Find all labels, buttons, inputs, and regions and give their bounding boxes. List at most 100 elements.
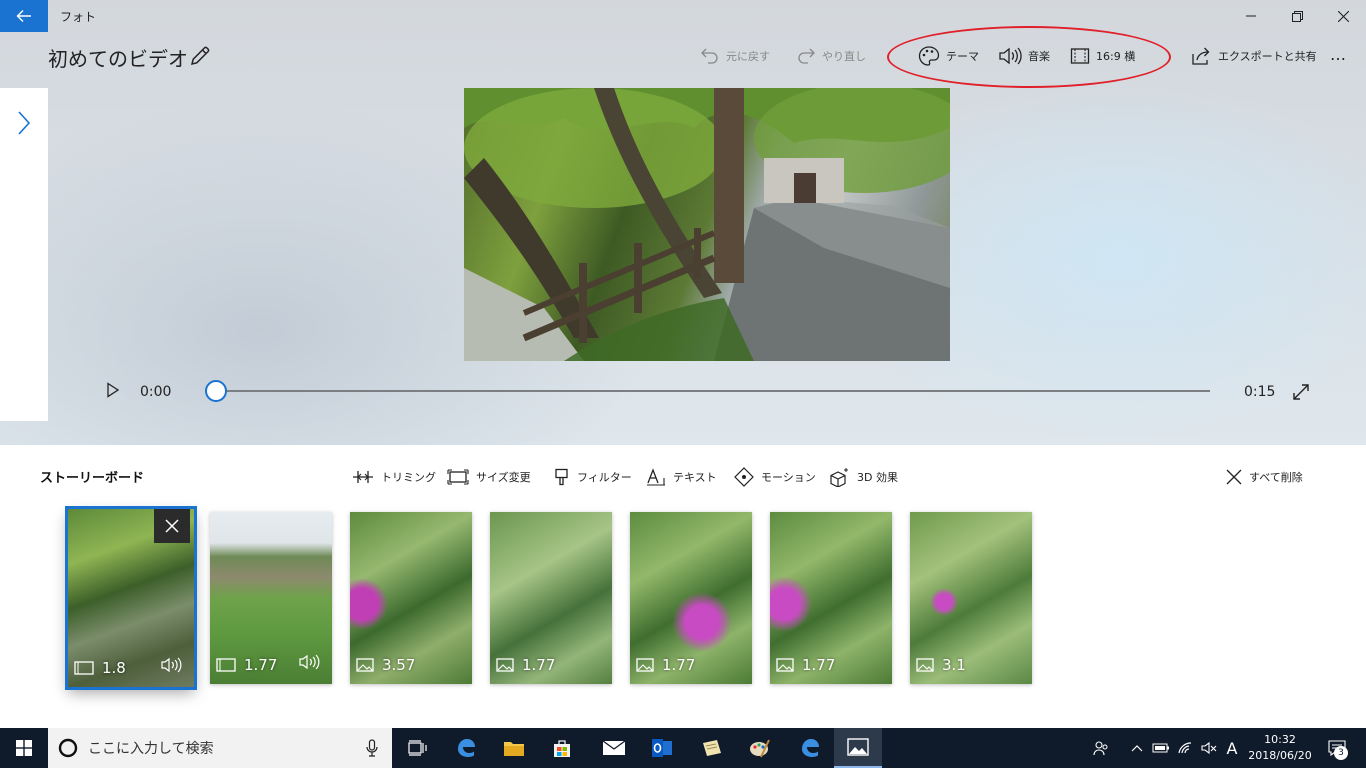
clock[interactable]: 10:32 2018/06/20 — [1240, 732, 1320, 764]
ime-indicator[interactable]: A — [1222, 728, 1242, 768]
seek-thumb[interactable] — [205, 380, 227, 402]
delete-all-label: すべて削除 — [1249, 471, 1303, 484]
start-button[interactable] — [0, 728, 48, 768]
clip-meta: 1.77 — [496, 656, 555, 674]
resize-icon — [447, 469, 469, 485]
project-title: 初めてのビデオ — [48, 47, 188, 71]
trim-button[interactable]: トリミング — [352, 466, 436, 488]
taskbar-search-box[interactable]: ここに入力して検索 — [48, 728, 392, 768]
filter-button[interactable]: フィルター — [554, 466, 632, 488]
restore-button[interactable] — [1274, 0, 1320, 32]
close-icon — [165, 519, 179, 533]
clip-meta: 3.1 — [916, 656, 966, 674]
restore-icon — [1291, 10, 1303, 22]
taskbar-outlook[interactable] — [638, 728, 686, 768]
clip-duration: 1.77 — [662, 656, 696, 674]
clock-time: 10:32 — [1264, 733, 1296, 746]
3d-effects-button[interactable]: 3D 効果 — [830, 466, 898, 488]
export-share-button[interactable]: エクスポートと共有 — [1190, 44, 1317, 68]
fullscreen-button[interactable] — [1292, 383, 1310, 401]
play-button[interactable] — [106, 382, 124, 402]
clip-meta: 1.77 — [216, 656, 277, 674]
minimize-button[interactable] — [1228, 0, 1274, 32]
taskbar-edge[interactable] — [442, 728, 490, 768]
notification-count: 3 — [1334, 746, 1348, 760]
image-clip-icon — [776, 658, 794, 672]
remove-clip-button[interactable] — [154, 509, 190, 543]
resize-label: サイズ変更 — [476, 471, 531, 484]
taskbar-mail[interactable] — [590, 728, 638, 768]
more-icon: … — [1330, 44, 1346, 64]
taskbar-notes-app[interactable] — [688, 728, 736, 768]
search-placeholder: ここに入力して検索 — [88, 741, 214, 757]
clip-meta: 3.57 — [356, 656, 415, 674]
text-button[interactable]: テキスト — [646, 466, 717, 488]
play-icon — [107, 382, 120, 398]
people-button[interactable] — [1088, 728, 1114, 768]
chevron-up-icon — [1131, 745, 1143, 752]
taskbar: ここに入力して検索 A 10:32 2018/06/20 3 — [0, 728, 1366, 768]
network-indicator[interactable] — [1174, 728, 1196, 768]
outlook-icon — [652, 739, 672, 757]
taskbar-photos[interactable] — [834, 728, 882, 768]
storyboard-clip[interactable]: 3.1 — [910, 512, 1032, 684]
cube-sparkle-icon — [830, 468, 848, 487]
expand-icon — [1293, 384, 1309, 400]
filter-label: フィルター — [577, 471, 632, 484]
clip-meta: 1.77 — [776, 656, 835, 674]
more-options-button[interactable]: … — [1330, 42, 1346, 66]
task-view-button[interactable] — [394, 728, 442, 768]
taskbar-paint-app[interactable] — [736, 728, 784, 768]
storyboard-clip[interactable]: 1.77 — [770, 512, 892, 684]
store-bag-icon — [554, 740, 570, 757]
motion-label: モーション — [761, 471, 816, 484]
undo-label: 元に戻す — [726, 50, 770, 63]
trim-icon — [353, 471, 373, 483]
motion-icon — [734, 467, 754, 487]
back-button[interactable] — [0, 0, 48, 32]
image-clip-icon — [496, 658, 514, 672]
microphone-icon[interactable] — [366, 739, 378, 757]
storyboard-title: ストーリーボード — [40, 471, 145, 486]
volume-indicator[interactable] — [1198, 728, 1220, 768]
action-center-button[interactable]: 3 — [1322, 728, 1352, 768]
close-icon — [1226, 469, 1242, 485]
preview-image — [464, 88, 950, 361]
close-button[interactable] — [1320, 0, 1366, 32]
battery-icon — [1152, 743, 1169, 753]
pencil-icon — [190, 46, 210, 66]
speaker-icon[interactable] — [160, 657, 182, 673]
rename-button[interactable] — [188, 44, 212, 68]
paint-palette-icon — [750, 739, 770, 758]
undo-button[interactable]: 元に戻す — [700, 44, 770, 68]
storyboard-clip[interactable]: 1.77 — [630, 512, 752, 684]
volume-muted-icon — [1201, 741, 1217, 755]
taskbar-edge-2[interactable] — [786, 728, 834, 768]
side-panel-toggle[interactable] — [0, 88, 48, 421]
delete-all-button[interactable]: すべて削除 — [1226, 466, 1303, 488]
battery-indicator[interactable] — [1150, 728, 1172, 768]
redo-label: やり直し — [822, 50, 866, 63]
close-icon — [1337, 10, 1349, 22]
seek-track[interactable] — [216, 390, 1210, 392]
cortana-ring-icon — [58, 738, 78, 758]
clip-duration: 3.1 — [942, 656, 966, 674]
export-label: エクスポートと共有 — [1218, 50, 1317, 63]
taskbar-store[interactable] — [538, 728, 586, 768]
clip-duration: 1.77 — [522, 656, 556, 674]
resize-button[interactable]: サイズ変更 — [447, 466, 531, 488]
storyboard-clip[interactable]: 1.8 — [65, 506, 197, 690]
motion-button[interactable]: モーション — [734, 466, 816, 488]
speaker-icon[interactable] — [298, 654, 320, 670]
current-time: 0:00 — [140, 384, 172, 400]
storyboard-clip[interactable]: 3.57 — [350, 512, 472, 684]
video-clip-icon — [74, 661, 94, 675]
storyboard-clip[interactable]: 1.77 — [490, 512, 612, 684]
clip-meta: 1.8 — [74, 659, 126, 677]
annotation-ellipse — [887, 26, 1171, 88]
taskbar-file-explorer[interactable] — [490, 728, 538, 768]
storyboard-clip[interactable]: 1.77 — [210, 512, 332, 684]
redo-button[interactable]: やり直し — [796, 44, 866, 68]
photos-icon — [847, 738, 869, 756]
show-hidden-icons-button[interactable] — [1126, 728, 1148, 768]
